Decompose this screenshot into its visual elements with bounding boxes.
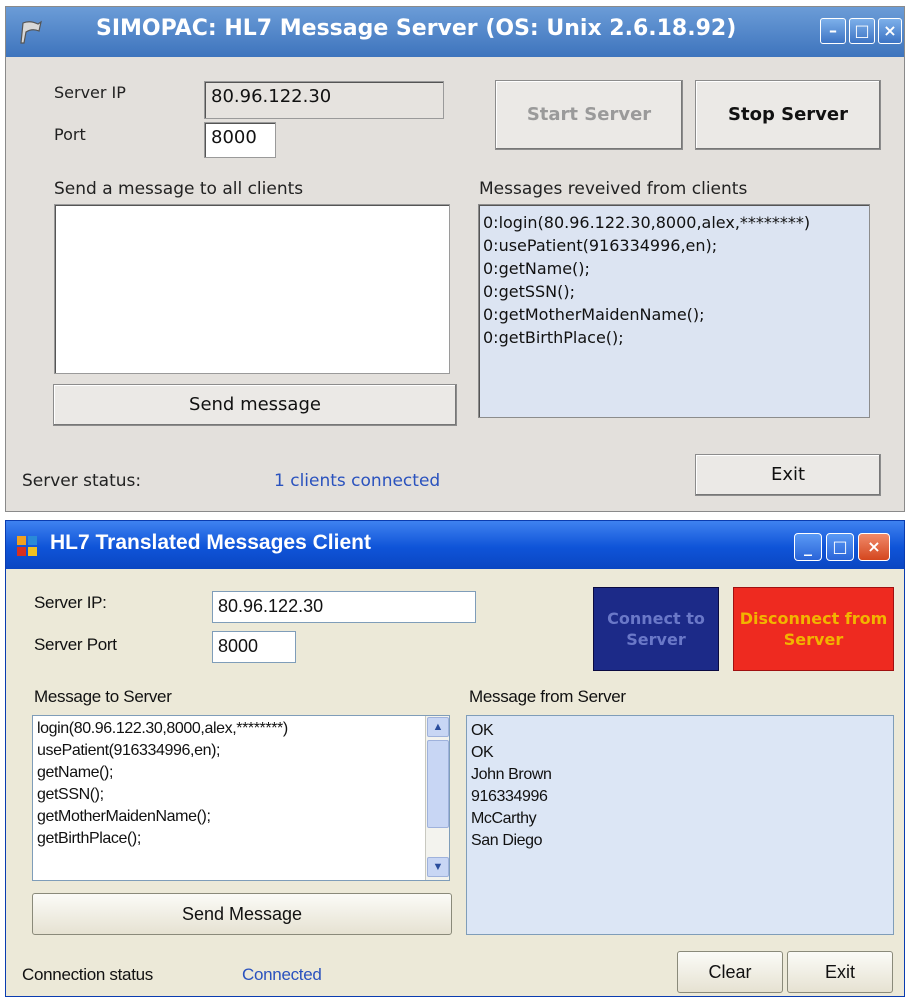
server-port-label: Server Port xyxy=(34,635,117,654)
server-status-value: 1 clients connected xyxy=(274,471,441,491)
scrollbar-thumb[interactable] xyxy=(427,740,449,828)
server-status-label: Server status: xyxy=(22,471,142,491)
server-ip-label: Server IP xyxy=(54,83,126,102)
server-exit-button[interactable]: Exit xyxy=(695,454,881,496)
connection-status-label: Connection status xyxy=(22,965,153,984)
message-from-server-line: OK xyxy=(471,722,494,739)
server-window-title: SIMOPAC: HL7 Message Server (OS: Unix 2.… xyxy=(96,16,737,41)
message-to-server-line: getSSN(); xyxy=(37,786,104,803)
server-window: SIMOPAC: HL7 Message Server (OS: Unix 2.… xyxy=(5,6,905,512)
send-message-button[interactable]: Send message xyxy=(53,384,457,426)
scroll-up-arrow-icon[interactable]: ▲ xyxy=(427,717,449,737)
server-port-field[interactable]: 8000 xyxy=(212,631,296,663)
message-from-server-line: McCarthy xyxy=(471,810,537,827)
received-message-item: 0:login(80.96.122.30,8000,alex,********) xyxy=(483,213,811,232)
received-message-item: 0:getBirthPlace(); xyxy=(483,328,624,347)
message-to-server-lines: login(80.96.122.30,8000,alex,********) us… xyxy=(37,718,421,850)
received-message-item: 0:getName(); xyxy=(483,259,590,278)
clear-button[interactable]: Clear xyxy=(677,951,783,993)
minimize-icon[interactable]: – xyxy=(820,18,846,44)
scrollbar[interactable]: ▲ ▼ xyxy=(425,716,449,880)
client-exit-button[interactable]: Exit xyxy=(787,951,893,993)
port-label: Port xyxy=(54,125,86,144)
client-window-title: HL7 Translated Messages Client xyxy=(50,531,371,554)
app-icon xyxy=(20,20,42,44)
server-ip-field[interactable]: 80.96.122.30 xyxy=(212,591,476,623)
maximize-icon[interactable]: □ xyxy=(849,18,875,44)
message-to-server-input[interactable]: login(80.96.122.30,8000,alex,********) us… xyxy=(32,715,450,881)
disconnect-from-server-button[interactable]: Disconnect from Server xyxy=(733,587,894,671)
message-to-server-line: getMotherMaidenName(); xyxy=(37,808,211,825)
message-from-server-list[interactable]: OK OK John Brown 916334996 McCarthy San Diego xyxy=(466,715,894,935)
minimize-icon[interactable]: _ xyxy=(794,533,822,561)
received-message-item: 0:getMotherMaidenName(); xyxy=(483,305,705,324)
connect-to-server-button[interactable]: Connect to Server xyxy=(593,587,719,671)
message-to-server-line: getName(); xyxy=(37,764,114,781)
message-from-server-line: OK xyxy=(471,744,494,761)
received-messages-label: Messages reveived from clients xyxy=(479,179,748,199)
received-message-item: 0:getSSN(); xyxy=(483,282,575,301)
broadcast-message-input[interactable] xyxy=(54,204,450,374)
message-from-server-line: 916334996 xyxy=(471,788,548,805)
close-icon[interactable]: × xyxy=(858,533,890,561)
message-to-server-line: getBirthPlace(); xyxy=(37,830,141,847)
send-message-button[interactable]: Send Message xyxy=(32,893,452,935)
received-message-item: 0:usePatient(916334996,en); xyxy=(483,236,718,255)
message-to-server-line: login(80.96.122.30,8000,alex,********) xyxy=(37,720,288,737)
message-from-server-line: San Diego xyxy=(471,832,543,849)
start-server-button[interactable]: Start Server xyxy=(495,80,683,150)
maximize-icon[interactable]: □ xyxy=(826,533,854,561)
connection-status-value: Connected xyxy=(242,965,322,984)
message-to-server-line: usePatient(916334996,en); xyxy=(37,742,221,759)
message-from-server-line: John Brown xyxy=(471,766,552,783)
scroll-down-arrow-icon[interactable]: ▼ xyxy=(427,857,449,877)
server-titlebar[interactable]: SIMOPAC: HL7 Message Server (OS: Unix 2.… xyxy=(6,7,904,57)
stop-server-button[interactable]: Stop Server xyxy=(695,80,881,150)
message-to-server-label: Message to Server xyxy=(34,687,172,706)
app-icon xyxy=(17,536,37,556)
send-to-clients-label: Send a message to all clients xyxy=(54,179,304,199)
client-titlebar[interactable]: HL7 Translated Messages Client _ □ × xyxy=(6,521,904,569)
port-field[interactable]: 8000 xyxy=(204,122,276,158)
client-window: HL7 Translated Messages Client _ □ × Ser… xyxy=(5,520,905,997)
received-messages-list[interactable]: 0:login(80.96.122.30,8000,alex,********)… xyxy=(478,204,870,418)
server-ip-field[interactable]: 80.96.122.30 xyxy=(204,81,444,119)
message-from-server-label: Message from Server xyxy=(469,687,626,706)
server-ip-label: Server IP: xyxy=(34,593,107,612)
close-icon[interactable]: × xyxy=(878,18,902,44)
